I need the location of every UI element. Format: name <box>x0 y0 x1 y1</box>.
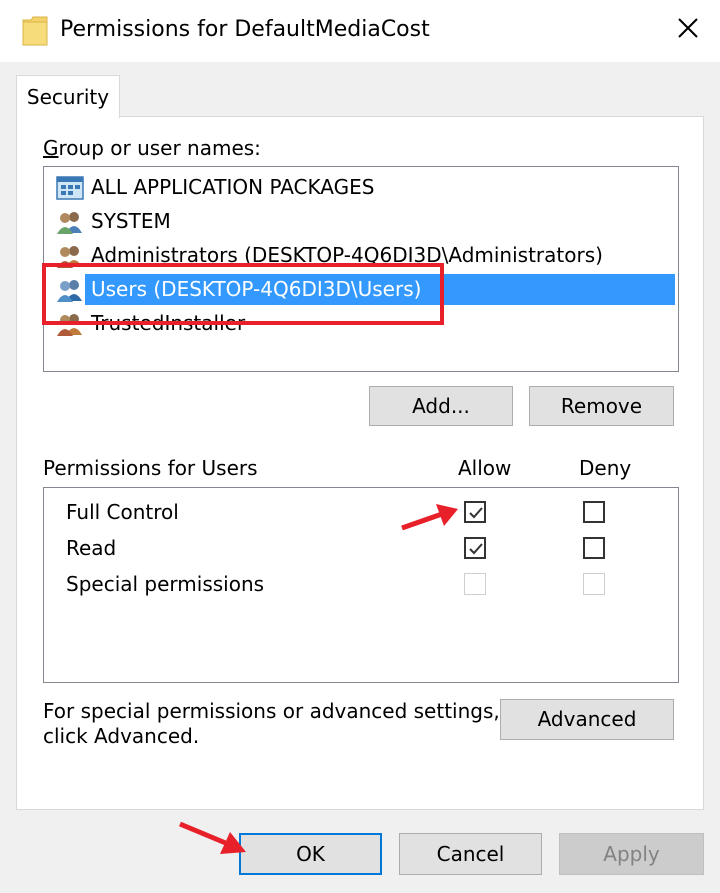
allow-checkbox-special <box>464 573 486 595</box>
tab-security[interactable]: Security <box>16 75 120 118</box>
permissions-list: Full Control Read Special permissions <box>43 487 679 683</box>
add-button[interactable]: Add... <box>369 386 513 426</box>
group-names-label: Group or user names: <box>43 136 261 160</box>
list-item-label: ALL APPLICATION PACKAGES <box>91 175 375 199</box>
advanced-hint-line2: click Advanced. <box>43 724 200 748</box>
ok-button[interactable]: OK <box>239 833 382 875</box>
permissions-label: Permissions for Users <box>43 456 258 480</box>
ok-button-label: OK <box>296 842 325 866</box>
permission-name: Full Control <box>66 500 179 524</box>
apply-button-label: Apply <box>603 842 660 866</box>
deny-checkbox-special <box>583 573 605 595</box>
permission-name: Special permissions <box>66 572 265 596</box>
advanced-button-label: Advanced <box>537 707 637 731</box>
allow-header: Allow <box>458 456 512 480</box>
deny-checkbox-full-control[interactable] <box>583 501 605 523</box>
cancel-button[interactable]: Cancel <box>399 833 542 875</box>
close-icon[interactable] <box>672 12 704 44</box>
allow-checkbox-full-control[interactable] <box>464 501 486 523</box>
folder-icon <box>22 16 48 46</box>
remove-button[interactable]: Remove <box>529 386 674 426</box>
window-title: Permissions for DefaultMediaCost <box>60 17 430 42</box>
remove-button-label: Remove <box>560 394 643 418</box>
annotation-arrow-icon <box>401 504 458 531</box>
annotation-arrow-icon <box>179 821 246 854</box>
permission-name: Read <box>66 536 117 560</box>
annotation-highlight-box <box>42 263 444 325</box>
allow-checkbox-read[interactable] <box>464 537 486 559</box>
deny-header: Deny <box>579 456 632 480</box>
cancel-button-label: Cancel <box>436 842 505 866</box>
checkmark-icon <box>469 543 483 555</box>
list-item[interactable]: ALL APPLICATION PACKAGES <box>45 171 675 204</box>
list-item-label: SYSTEM <box>91 209 171 233</box>
add-button-label: Add... <box>412 394 470 418</box>
advanced-hint-line1: For special permissions or advanced sett… <box>43 699 500 723</box>
list-item[interactable]: SYSTEM <box>45 205 675 238</box>
apply-button: Apply <box>559 833 704 875</box>
packages-icon <box>55 175 85 201</box>
users-icon <box>55 209 85 235</box>
advanced-button[interactable]: Advanced <box>500 699 674 740</box>
checkmark-icon <box>469 507 483 519</box>
deny-checkbox-read[interactable] <box>583 537 605 559</box>
